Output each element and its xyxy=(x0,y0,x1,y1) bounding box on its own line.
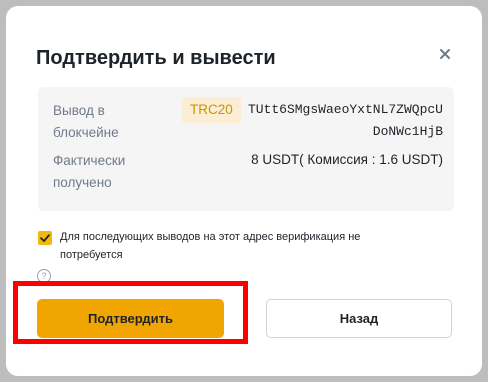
back-button[interactable]: Назад xyxy=(266,299,452,338)
skip-verification-text: Для последующих выводов на этот адрес ве… xyxy=(60,231,361,261)
received-value: 8 USDT( Комиссия : 1.6 USDT) xyxy=(251,152,443,167)
withdraw-address: TUtt6SMgsWaeoYxtNL7ZWQpcUDoNWc1HjB xyxy=(247,102,443,139)
help-circle-icon[interactable]: ? xyxy=(37,269,51,283)
withdraw-details-panel: Вывод в блокчейне TRC20 TUtt6SMgsWaeoYxt… xyxy=(38,87,454,211)
network-badge: TRC20 xyxy=(182,97,241,123)
skip-verification-checkbox[interactable] xyxy=(38,231,52,245)
confirm-withdraw-dialog: Подтвердить и вывести Вывод в блокчейне … xyxy=(6,6,482,376)
received-label: Фактически получено xyxy=(53,153,126,190)
close-icon[interactable] xyxy=(435,44,455,64)
confirm-button[interactable]: Подтвердить xyxy=(37,299,224,338)
network-label: Вывод в блокчейне xyxy=(53,103,119,140)
checkmark-icon xyxy=(40,234,50,242)
dialog-title: Подтвердить и вывести xyxy=(36,47,276,69)
